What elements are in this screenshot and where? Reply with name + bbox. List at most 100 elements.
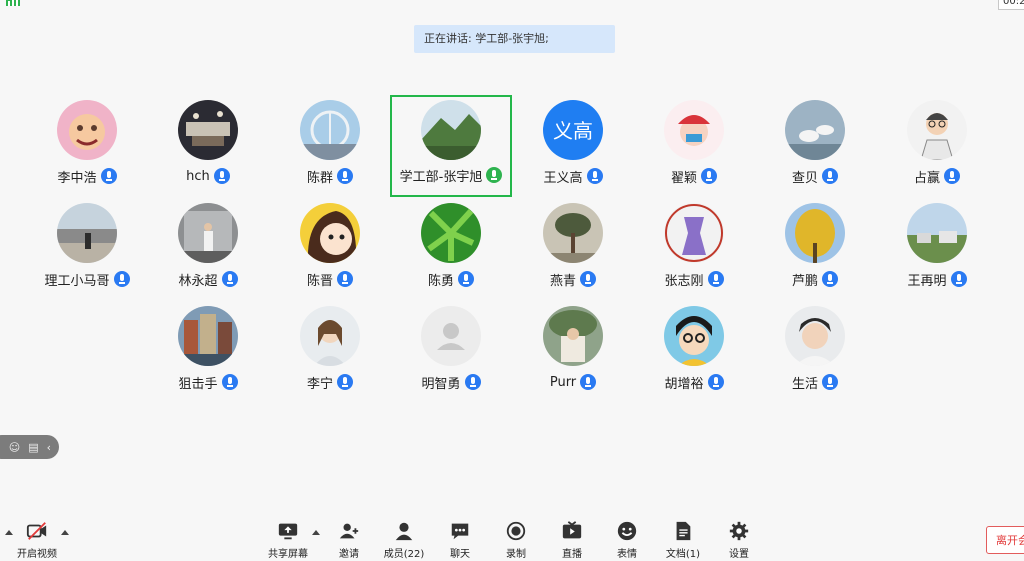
microphone-icon[interactable]	[580, 374, 597, 390]
avatar-initials: 义高	[553, 119, 593, 143]
documents-button[interactable]: 文档(1)	[655, 520, 711, 560]
microphone-icon[interactable]	[822, 271, 838, 287]
avatar	[907, 100, 967, 160]
participant-name: 李宁	[306, 376, 333, 392]
microphone-icon[interactable]	[337, 271, 353, 287]
participant-tile[interactable]: 李宁	[269, 302, 391, 404]
avatar	[664, 306, 724, 366]
meeting-timer: 00:2	[998, 0, 1024, 10]
participant-tile[interactable]: 陈勇	[390, 199, 512, 301]
microphone-icon[interactable]	[707, 271, 724, 287]
avatar	[785, 203, 845, 263]
leave-meeting-button[interactable]: 离开会	[986, 526, 1024, 554]
record-button[interactable]: 录制	[488, 520, 544, 560]
invite-icon	[339, 523, 359, 539]
microphone-icon[interactable]	[586, 168, 603, 184]
reaction-label: 表情	[617, 549, 637, 560]
share-options-caret[interactable]	[312, 530, 320, 535]
participant-tile[interactable]: Purr	[512, 302, 634, 404]
speaking-indicator: 正在讲话: 学工部-张宇旭;	[414, 25, 615, 53]
participant-name: 学工部-张宇旭	[399, 169, 483, 185]
microphone-icon[interactable]	[113, 271, 130, 287]
participant-name: Purr	[549, 374, 577, 390]
signal-strength-icon	[6, 0, 20, 6]
participant-tile-active-speaker[interactable]: 学工部-张宇旭	[390, 95, 512, 197]
microphone-icon[interactable]	[701, 168, 717, 184]
microphone-icon[interactable]	[707, 374, 724, 390]
participant-tile[interactable]: hch	[147, 96, 269, 198]
share-screen-icon	[278, 523, 298, 540]
avatar: 义高	[543, 100, 603, 160]
microphone-icon[interactable]	[213, 168, 230, 184]
microphone-icon[interactable]	[337, 168, 353, 184]
microphone-icon[interactable]	[822, 168, 838, 184]
microphone-icon[interactable]	[458, 271, 474, 287]
document-icon	[676, 521, 691, 541]
participant-tile[interactable]: 理工小马哥	[26, 199, 148, 301]
video-options-caret[interactable]	[61, 530, 69, 535]
default-user-icon	[421, 306, 481, 366]
participant-tile[interactable]: 张志刚	[633, 199, 755, 301]
avatar	[785, 306, 845, 366]
microphone-icon[interactable]	[950, 271, 967, 287]
participant-tile[interactable]: 燕青	[512, 199, 634, 301]
participant-tile[interactable]: 胡增裕	[633, 302, 755, 404]
collapse-arrow-icon[interactable]: ‹	[47, 442, 51, 453]
participant-tile[interactable]: 明智勇	[390, 302, 512, 404]
chat-button[interactable]: 聊天	[432, 520, 488, 560]
settings-button[interactable]: 设置	[711, 520, 767, 560]
participant-name: 燕青	[549, 273, 576, 289]
participant-tile[interactable]: 占赢	[876, 96, 998, 198]
participant-tile[interactable]: 林永超	[147, 199, 269, 301]
microphone-icon[interactable]	[464, 374, 481, 390]
participant-tile[interactable]: 陈晋	[269, 199, 391, 301]
participant-tile[interactable]: 查贝	[754, 96, 876, 198]
microphone-icon[interactable]	[337, 374, 353, 390]
invite-button[interactable]: 邀请	[321, 520, 377, 560]
share-screen-label: 共享屏幕	[268, 549, 308, 560]
participant-tile[interactable]: 李中浩	[26, 96, 148, 198]
avatar	[907, 203, 967, 263]
avatar	[421, 306, 481, 366]
documents-label: 文档(1)	[665, 549, 701, 560]
participant-name: 理工小马哥	[44, 273, 110, 289]
participant-name: 占赢	[913, 170, 940, 186]
participant-tile[interactable]: 陈群	[269, 96, 391, 198]
keyboard-icon[interactable]: ▤	[28, 442, 38, 453]
microphone-speaking-icon[interactable]	[486, 167, 503, 183]
emoji-icon[interactable]: ☺	[9, 442, 20, 453]
share-screen-button[interactable]: 共享屏幕	[260, 520, 316, 560]
participant-tile[interactable]: 生活	[754, 302, 876, 404]
participant-tile[interactable]: 芦鹏	[754, 199, 876, 301]
microphone-icon[interactable]	[100, 168, 117, 184]
microphone-icon[interactable]	[944, 168, 960, 184]
participant-tile[interactable]: 翟颖	[633, 96, 755, 198]
participant-tile[interactable]: 王再明	[876, 199, 998, 301]
microphone-icon[interactable]	[822, 374, 838, 390]
avatar	[300, 203, 360, 263]
avatar	[664, 203, 724, 263]
avatar	[300, 306, 360, 366]
microphone-icon[interactable]	[221, 374, 238, 390]
reaction-button[interactable]: 表情	[599, 520, 655, 560]
participant-name: 陈晋	[306, 273, 333, 289]
chat-icon	[451, 523, 469, 540]
microphone-icon[interactable]	[580, 271, 596, 287]
start-video-button[interactable]: 开启视频	[9, 520, 65, 560]
avatar	[178, 306, 238, 366]
participant-tile[interactable]: 狙击手	[147, 302, 269, 404]
start-video-label: 开启视频	[17, 549, 57, 560]
avatar	[421, 203, 481, 263]
participant-name: 生活	[791, 376, 818, 392]
members-button[interactable]: 成员(22)	[376, 520, 432, 560]
side-collapse-pill[interactable]: ☺ ▤ ‹	[0, 435, 59, 459]
microphone-icon[interactable]	[221, 271, 238, 287]
live-button[interactable]: 直播	[544, 520, 600, 560]
participant-name: 明智勇	[421, 376, 461, 392]
settings-label: 设置	[729, 549, 749, 560]
participant-name: 林永超	[178, 273, 218, 289]
avatar	[57, 203, 117, 263]
participant-tile[interactable]: 义高 王义高	[512, 96, 634, 198]
avatar	[664, 100, 724, 160]
participant-name: 李中浩	[57, 170, 97, 186]
